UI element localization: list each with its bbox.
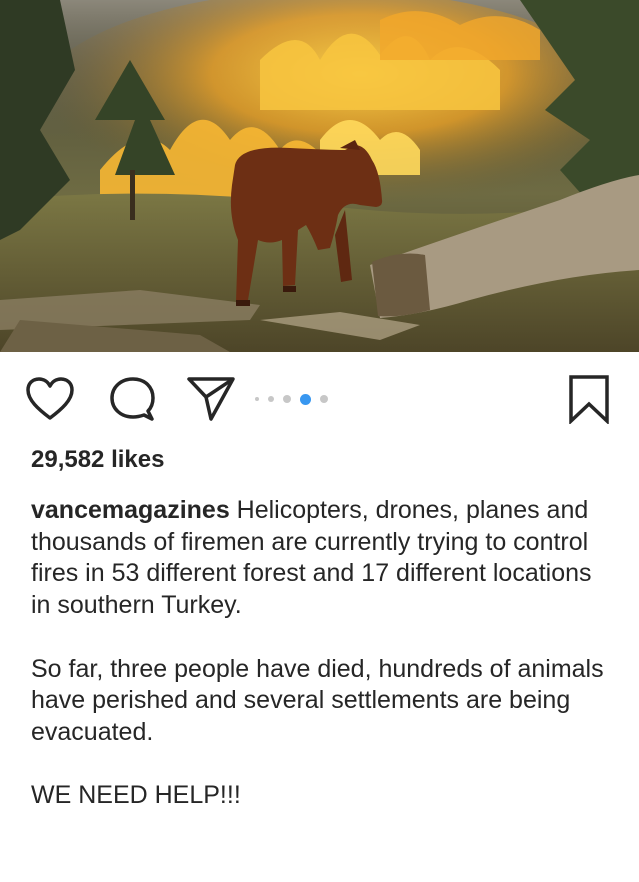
caption-paragraph: vancemagazines Helicopters, drones, plan…: [31, 495, 621, 622]
carousel-dot: [255, 397, 259, 401]
carousel-dot: [320, 395, 328, 403]
post-image[interactable]: [0, 0, 639, 352]
caption-paragraph: So far, three people have died, hundreds…: [31, 654, 611, 746]
carousel-dot-active: [300, 393, 311, 405]
comment-bubble-icon[interactable]: [106, 375, 158, 423]
likes-count[interactable]: 29,582 likes: [31, 446, 164, 474]
post-caption: vancemagazines Helicopters, drones, plan…: [31, 495, 621, 844]
carousel-dot: [268, 396, 274, 402]
carousel-dot: [283, 395, 291, 403]
bookmark-icon[interactable]: [567, 374, 611, 424]
post-image-illustration: [0, 0, 639, 352]
heart-icon[interactable]: [24, 376, 76, 422]
caption-paragraph: WE NEED HELP!!!: [31, 781, 241, 810]
caption-username[interactable]: vancemagazines: [31, 496, 230, 524]
paper-plane-icon[interactable]: [186, 374, 236, 422]
